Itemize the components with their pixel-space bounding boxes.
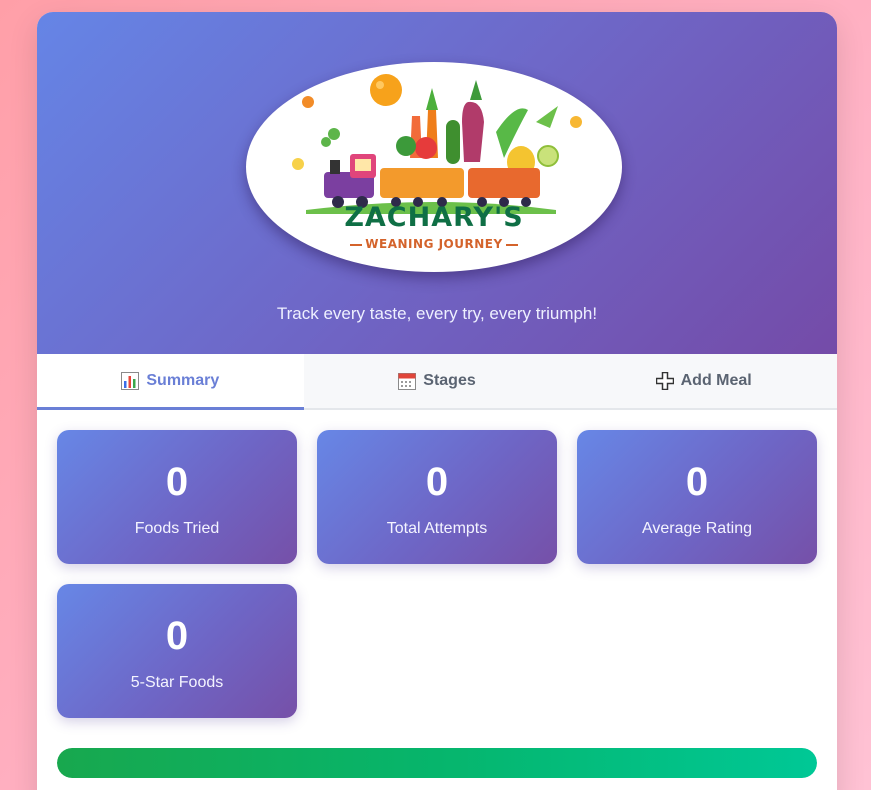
stat-value: 0 xyxy=(165,460,189,504)
app-card: ZACHARY'S WEANING JOURNEY Track every ta… xyxy=(37,12,837,790)
header: ZACHARY'S WEANING JOURNEY Track every ta… xyxy=(37,12,837,354)
stat-card-five-star-foods: 0 5-Star Foods xyxy=(57,584,297,718)
progress-bar xyxy=(57,748,817,778)
tab-stages-label: Stages xyxy=(423,372,476,389)
cucumber-shape xyxy=(446,120,460,164)
stat-label: Foods Tried xyxy=(134,520,220,537)
stat-card-total-attempts: 0 Total Attempts xyxy=(317,430,557,564)
stat-value: 0 xyxy=(165,614,189,658)
tab-summary-label: Summary xyxy=(146,372,220,389)
broccoli-shape xyxy=(396,136,416,156)
stat-label: Total Attempts xyxy=(386,520,488,537)
bar-chart-icon xyxy=(121,372,140,390)
calendar-icon xyxy=(398,372,417,390)
tab-summary[interactable]: Summary xyxy=(37,354,304,410)
progress-fill xyxy=(57,748,817,778)
pepper-shape xyxy=(415,137,437,159)
tab-stages[interactable]: Stages xyxy=(304,354,571,408)
stat-card-average-rating: 0 Average Rating xyxy=(577,430,817,564)
logo: ZACHARY'S WEANING JOURNEY xyxy=(246,62,622,272)
stat-card-foods-tried: 0 Foods Tried xyxy=(57,430,297,564)
tab-bar: Summary Stages Add Meal xyxy=(37,354,837,410)
tab-add-meal[interactable]: Add Meal xyxy=(570,354,837,408)
stat-value: 0 xyxy=(425,460,449,504)
train-car-1 xyxy=(380,168,464,198)
train-car-2 xyxy=(468,168,540,198)
logo-title: ZACHARY'S xyxy=(344,202,524,233)
logo-subtitle: WEANING JOURNEY xyxy=(246,237,622,251)
tab-add-meal-label: Add Meal xyxy=(680,372,752,389)
stat-value: 0 xyxy=(685,460,709,504)
stat-label: 5-Star Foods xyxy=(130,674,224,691)
beet-shape xyxy=(462,101,484,162)
plus-icon xyxy=(655,371,674,391)
tagline: Track every taste, every try, every triu… xyxy=(276,304,598,323)
orange-fruit xyxy=(370,74,402,106)
stat-label: Average Rating xyxy=(642,520,752,537)
